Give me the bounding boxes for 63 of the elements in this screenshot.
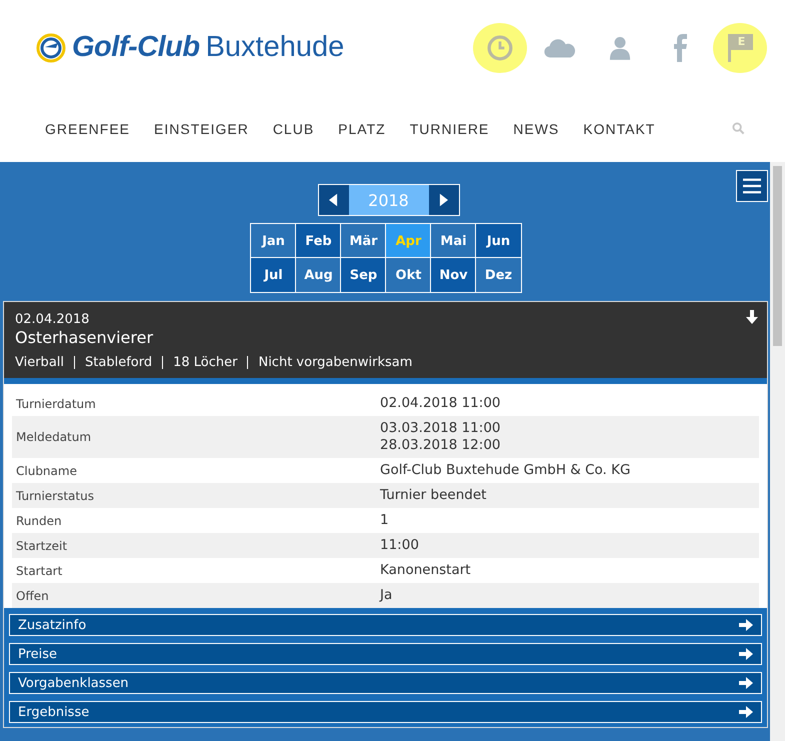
detail-value: Ja (380, 587, 392, 604)
section-button[interactable]: Preise (9, 643, 762, 665)
tournament-name: Osterhasenvierer (15, 328, 154, 347)
arrow-right-icon (739, 676, 753, 690)
previous-year-button[interactable] (318, 185, 348, 215)
menu-button[interactable] (736, 170, 768, 202)
scrollbar[interactable] (770, 162, 785, 741)
menu-icon (743, 178, 761, 194)
detail-label: Turnierdatum (16, 396, 97, 410)
next-year-button[interactable] (428, 185, 458, 215)
nav-link[interactable]: TURNIERE (410, 120, 490, 136)
arrow-down-icon[interactable] (745, 310, 759, 324)
detail-label: Startzeit (16, 538, 68, 552)
month-tab[interactable]: Sep (341, 258, 386, 292)
detail-value: 03.03.2018 11:00 (380, 420, 500, 437)
section-button[interactable]: Zusatzinfo (9, 614, 762, 636)
tournament-tag: Vierball (15, 355, 64, 370)
detail-value: 1 (380, 512, 389, 529)
month-tab[interactable]: Dez (476, 258, 521, 292)
month-tab[interactable]: Jul (251, 258, 296, 292)
arrow-right-icon (739, 647, 753, 661)
detail-value: 11:00 (380, 537, 419, 554)
detail-label: Runden (16, 514, 63, 528)
tournament-tag: Stableford (85, 355, 152, 370)
logo-text: Golf-Club (72, 31, 200, 64)
clock-icon (487, 34, 513, 60)
month-tab[interactable]: Jun (476, 224, 521, 258)
nav-link[interactable]: NEWS (513, 120, 560, 136)
nav-link[interactable]: GREENFEE (45, 120, 130, 136)
triangle-right-icon (439, 193, 448, 207)
flag-label: E (730, 34, 752, 50)
tournament-tag: Nicht vorgabenwirksam (258, 355, 412, 370)
detail-label: Startart (16, 564, 64, 578)
search-icon[interactable] (732, 122, 745, 135)
club-logo-icon (36, 32, 66, 62)
nav-link[interactable]: CLUB (272, 120, 314, 136)
nav-link[interactable]: KONTAKT (583, 120, 656, 136)
clock-button[interactable] (473, 22, 527, 72)
arrow-right-icon (739, 705, 753, 719)
tournament-tag: 18 Löcher (173, 355, 238, 370)
month-tab[interactable]: Feb (296, 224, 341, 258)
detail-value: 28.03.2018 12:00 (380, 437, 500, 454)
detail-label: Clubname (16, 464, 78, 478)
year-label: 2018 (348, 185, 428, 215)
tournament-date: 02.04.2018 (15, 312, 90, 327)
month-tab[interactable]: Aug (296, 258, 341, 292)
detail-label: Offen (16, 588, 50, 602)
section-button[interactable]: Vorgabenklassen (9, 672, 762, 694)
section-button[interactable]: Ergebnisse (9, 701, 762, 723)
detail-value: 02.04.2018 11:00 (380, 395, 500, 412)
nav-link[interactable]: PLATZ (338, 120, 386, 136)
triangle-left-icon (329, 193, 338, 207)
nav-link[interactable]: EINSTEIGER (154, 120, 249, 136)
detail-label: Meldedatum (16, 430, 92, 444)
letter-f-icon (673, 34, 687, 62)
month-tab[interactable]: Okt (386, 258, 431, 292)
arrow-right-icon (739, 618, 753, 632)
detail-value: Golf-Club Buxtehude GmbH & Co. KG (380, 462, 630, 479)
detail-value: Kanonenstart (380, 562, 471, 579)
detail-value: Turnier beendet (380, 487, 486, 504)
month-tab[interactable]: Nov (431, 258, 476, 292)
logo-subtitle: Buxtehude (206, 31, 344, 64)
detail-label: Turnierstatus (16, 488, 95, 502)
